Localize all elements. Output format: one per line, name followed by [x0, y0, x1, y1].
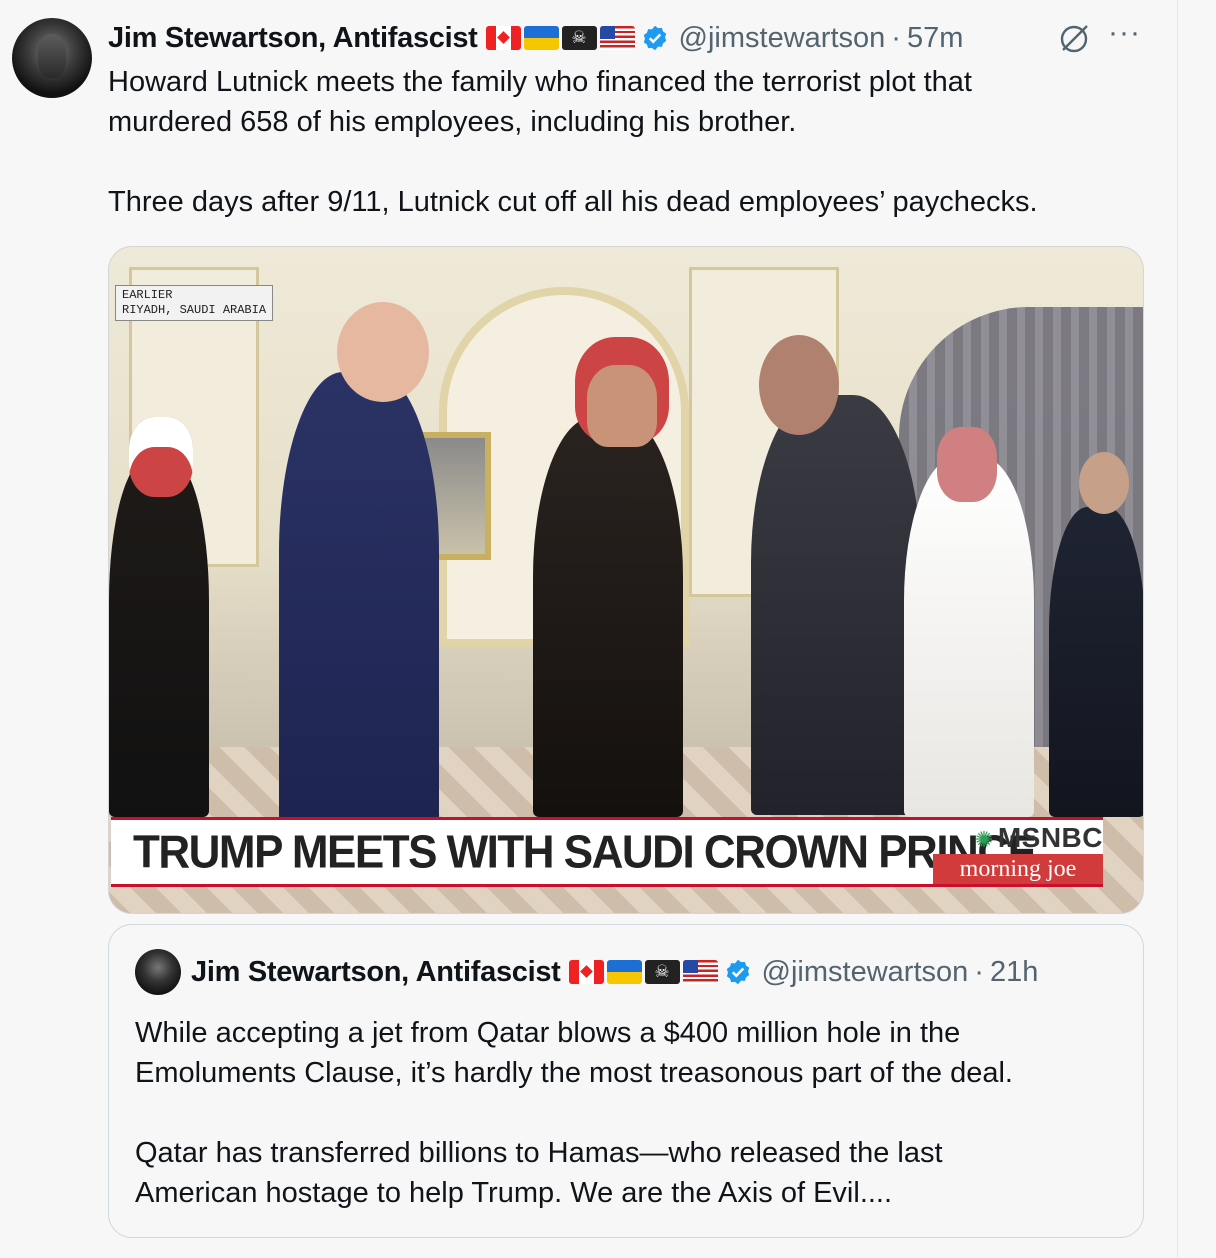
quoted-flag-emojis: ☠: [568, 960, 718, 984]
person-trump: [279, 372, 439, 822]
person-left: [109, 457, 209, 817]
quoted-author-handle[interactable]: @jimstewartson: [762, 956, 969, 989]
timestamp[interactable]: 57m: [907, 22, 963, 55]
person-crown-prince: [533, 417, 683, 817]
more-options-icon[interactable]: ···: [1108, 16, 1141, 50]
quoted-tweet-text: While accepting a jet from Qatar blows a…: [135, 1017, 1013, 1209]
person-security-head: [1079, 452, 1129, 514]
quoted-header: Jim Stewartson, Antifascist ☠ @jimstewar…: [191, 951, 1038, 993]
location-tag: EARLIER RIYADH, SAUDI ARABIA: [115, 285, 274, 321]
canada-flag-icon: [485, 26, 521, 50]
tweet-text: Howard Lutnick meets the family who fina…: [108, 66, 1038, 218]
locator-line1: EARLIER: [122, 288, 173, 302]
news-chyron: TRUMP MEETS WITH SAUDI CROWN PRINCE ✺ MSN…: [111, 817, 1103, 887]
avatar-face: [38, 34, 66, 78]
network-logo: ✺ MSNBC: [975, 822, 1103, 854]
person-lutnick-head: [759, 335, 839, 435]
tweet-header: Jim Stewartson, Antifascist ☠ @jimstewar…: [108, 18, 1147, 58]
grok-icon[interactable]: [1057, 22, 1091, 56]
tweet[interactable]: Jim Stewartson, Antifascist ☠ @jimstewar…: [0, 0, 1178, 1258]
quoted-tweet[interactable]: Jim Stewartson, Antifascist ☠ @jimstewar…: [108, 924, 1144, 1238]
separator-dot: ·: [891, 21, 901, 54]
locator-line2: RIYADH, SAUDI ARABIA: [122, 303, 267, 317]
person-white-robe: [904, 457, 1034, 817]
peacock-icon: ✺: [974, 827, 994, 852]
canada-flag-icon: [568, 960, 604, 984]
network-bug: ✺ MSNBC morning joe: [931, 820, 1103, 884]
verified-badge-icon[interactable]: [724, 958, 752, 986]
pirate-flag-icon: ☠: [644, 960, 680, 984]
ukraine-flag-icon: [523, 26, 559, 50]
network-name: MSNBC: [997, 822, 1103, 853]
us-flag-icon: [682, 960, 718, 984]
pirate-flag-icon: ☠: [561, 26, 597, 50]
person-lutnick: [751, 395, 921, 815]
person-trump-head: [337, 302, 429, 402]
person-left-head: [129, 417, 193, 497]
chyron-headline: TRUMP MEETS WITH SAUDI CROWN PRINCE: [133, 826, 1037, 879]
author-handle[interactable]: @jimstewartson: [679, 22, 886, 55]
avatar[interactable]: [12, 18, 92, 98]
verified-badge-icon[interactable]: [641, 24, 669, 52]
separator-dot: ·: [974, 955, 984, 988]
author-name[interactable]: Jim Stewartson, Antifascist: [108, 22, 478, 55]
show-name: morning joe: [933, 854, 1103, 884]
quoted-author-name[interactable]: Jim Stewartson, Antifascist: [191, 956, 561, 989]
person-crown-prince-head: [587, 365, 657, 447]
us-flag-icon: [599, 26, 635, 50]
person-white-robe-head: [937, 427, 997, 502]
ukraine-flag-icon: [606, 960, 642, 984]
quoted-avatar[interactable]: [135, 949, 181, 995]
quoted-timestamp[interactable]: 21h: [990, 956, 1038, 989]
flag-emojis: ☠: [485, 26, 635, 50]
person-security: [1049, 507, 1143, 817]
tweet-media-image[interactable]: EARLIER RIYADH, SAUDI ARABIA TRUMP MEETS…: [108, 246, 1144, 914]
